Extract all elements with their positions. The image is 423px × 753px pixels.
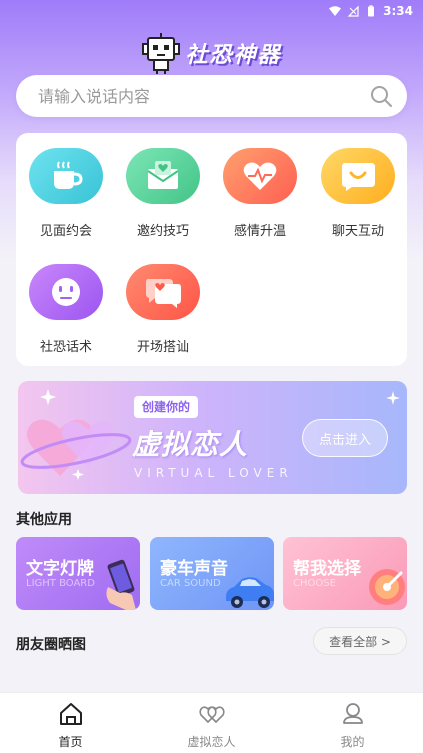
grid-item-meeting[interactable]: 见面约会 [17,148,115,239]
moments-title: 朋友圈晒图 [16,637,86,653]
banner-english: VIRTUAL LOVER [134,466,293,480]
nav-label: 首页 [58,735,83,749]
grid-label: 开场搭讪 [136,340,189,355]
grid-item-chat[interactable]: 聊天互动 [309,148,407,239]
signal-off-icon [347,5,359,17]
app-title: 社恐神器 [185,43,282,68]
grid-label: 聊天互动 [331,224,384,239]
robot-logo-icon [142,33,181,74]
search-icon[interactable] [369,84,393,108]
app-card-car-sound[interactable]: 豪车声音 CAR SOUND [150,537,274,610]
app-card-subtitle: CHOOSE [293,578,336,589]
enter-button[interactable]: 点击进入 [302,419,388,457]
grid-item-relationship[interactable]: 感情升温 [211,148,309,239]
app-card-title: 帮我选择 [293,559,361,579]
grid-label: 邀约技巧 [136,224,189,239]
app-card-title: 豪车声音 [160,559,228,579]
hearts-illustration-icon [20,389,132,480]
grid-label: 感情升温 [233,224,286,239]
battery-icon [368,5,375,17]
heartbeat-icon [223,148,297,204]
app-header: 社恐神器 [0,32,423,74]
search-input[interactable] [38,86,369,106]
home-icon [59,703,82,725]
nav-home[interactable]: 首页 [0,693,141,753]
chat-heart-icon [126,264,200,320]
app-card-subtitle: CAR SOUND [160,578,221,589]
banner-title: 虚拟恋人 [132,428,249,461]
shy-face-icon [29,264,103,320]
grid-label: 社恐话术 [39,340,92,355]
sparkle-icon [386,391,400,405]
coffee-cup-icon [29,148,103,204]
search-bar[interactable] [16,75,407,117]
app-card-title: 文字灯牌 [26,559,94,579]
nav-label: 虚拟恋人 [187,735,236,749]
status-time: 3:34 [383,4,413,18]
grid-item-social-phobia[interactable]: 社恐话术 [17,264,115,355]
double-heart-icon [198,706,225,724]
wifi-icon [329,6,342,16]
other-apps-title: 其他应用 [16,512,72,528]
spinner-wheel-icon [369,569,405,605]
feature-grid: 见面约会 邀约技巧 感情升温 聊天互动 社恐话术 开场搭讪 [16,133,407,366]
profile-icon [342,703,363,724]
virtual-lover-banner[interactable]: 创建你的 虚拟恋人 VIRTUAL LOVER 点击进入 [18,381,407,494]
smile-bubble-icon [321,148,395,204]
status-bar: 3:34 [0,0,423,22]
app-card-choose[interactable]: 帮我选择 CHOOSE [283,537,407,610]
app-card-light-board[interactable]: 文字灯牌 LIGHT BOARD [16,537,140,610]
nav-mine[interactable]: 我的 [282,693,423,753]
grid-label: 见面约会 [39,224,92,239]
view-all-button[interactable]: 查看全部 > [313,627,407,655]
phone-hand-icon [106,559,136,610]
bottom-navigation: 首页 虚拟恋人 我的 [0,692,423,753]
app-card-subtitle: LIGHT BOARD [26,578,95,589]
envelope-heart-icon [126,148,200,204]
grid-item-invite[interactable]: 邀约技巧 [114,148,212,239]
car-icon [226,577,274,608]
nav-label: 我的 [340,735,365,749]
banner-subtitle: 创建你的 [134,396,199,418]
nav-virtual-lover[interactable]: 虚拟恋人 [141,693,282,753]
grid-item-opening[interactable]: 开场搭讪 [114,264,212,355]
